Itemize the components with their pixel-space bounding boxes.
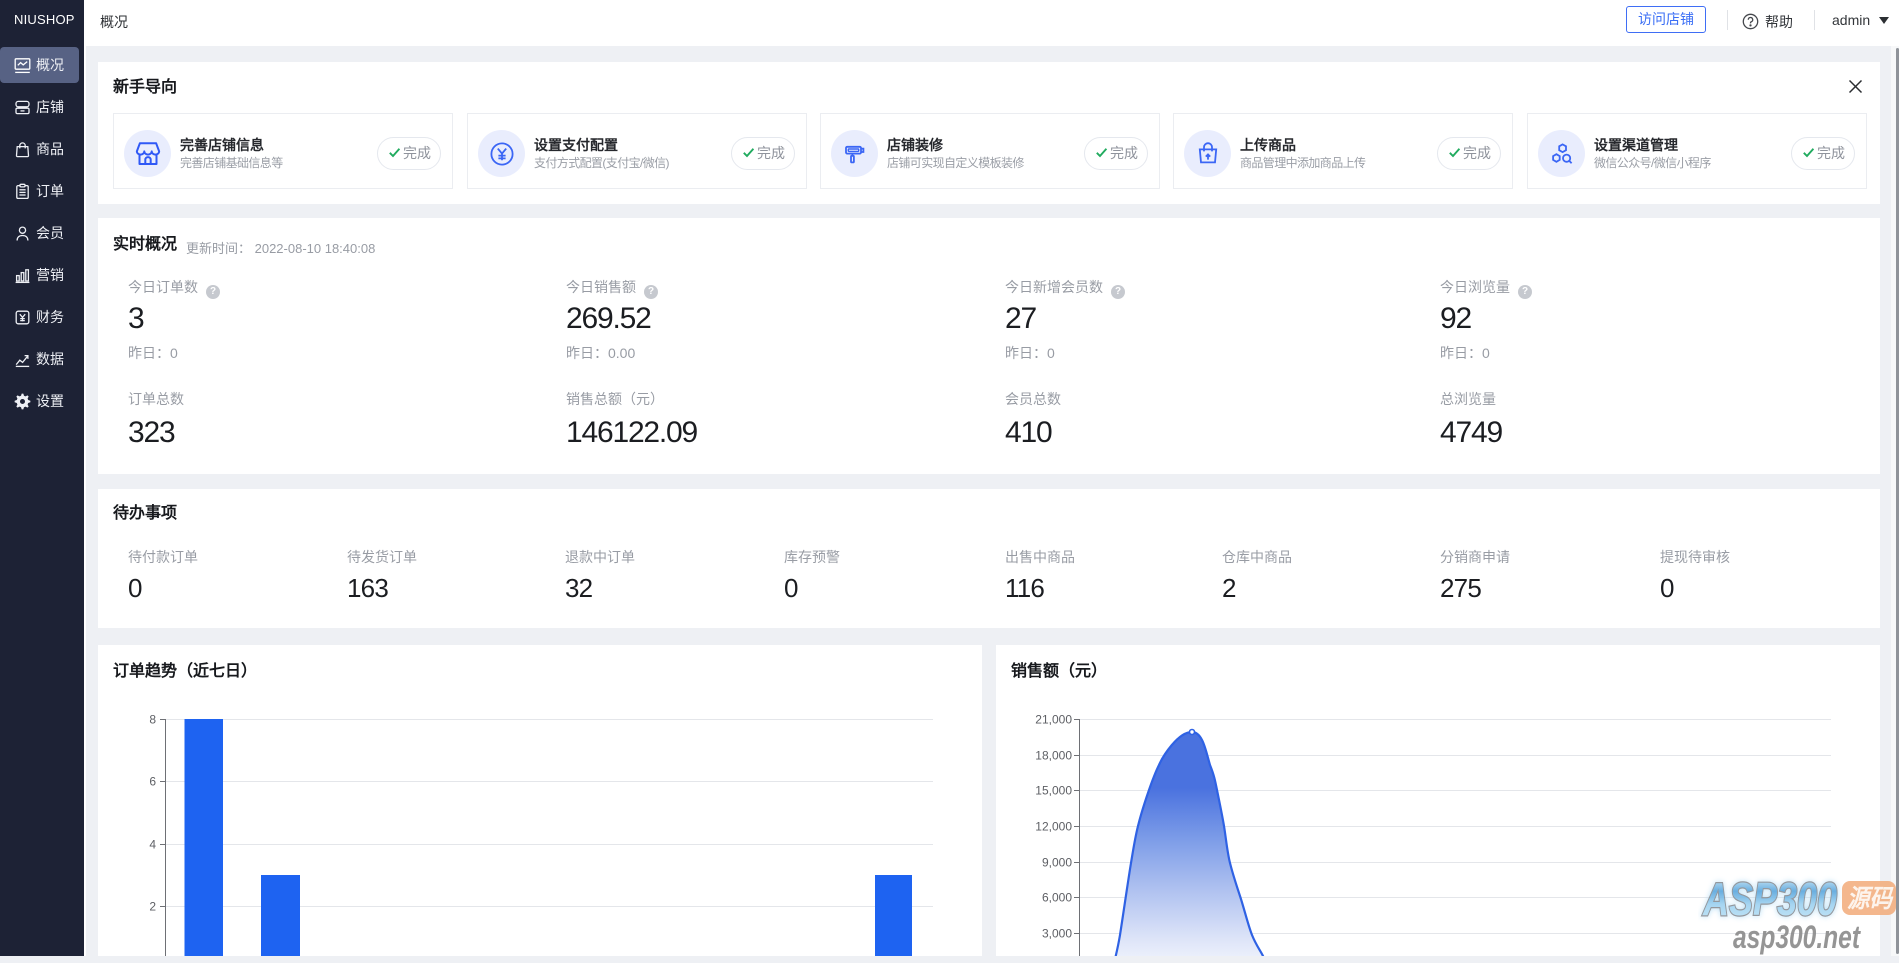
svg-text:15,000: 15,000 — [1035, 784, 1072, 798]
svg-text:18,000: 18,000 — [1035, 749, 1072, 763]
svg-text:9,000: 9,000 — [1042, 856, 1072, 870]
svg-text:源码: 源码 — [1847, 885, 1894, 913]
svg-text:2: 2 — [149, 900, 156, 914]
svg-text:6,000: 6,000 — [1042, 891, 1072, 905]
svg-text:3,000: 3,000 — [1042, 927, 1072, 941]
svg-text:6: 6 — [149, 775, 156, 789]
svg-text:4: 4 — [149, 838, 156, 852]
svg-text:21,000: 21,000 — [1035, 713, 1072, 727]
svg-text:12,000: 12,000 — [1035, 820, 1072, 834]
svg-text:8: 8 — [149, 713, 156, 727]
svg-text:ASP300: ASP300 — [1702, 874, 1837, 925]
svg-text:asp300.net: asp300.net — [1733, 919, 1861, 955]
